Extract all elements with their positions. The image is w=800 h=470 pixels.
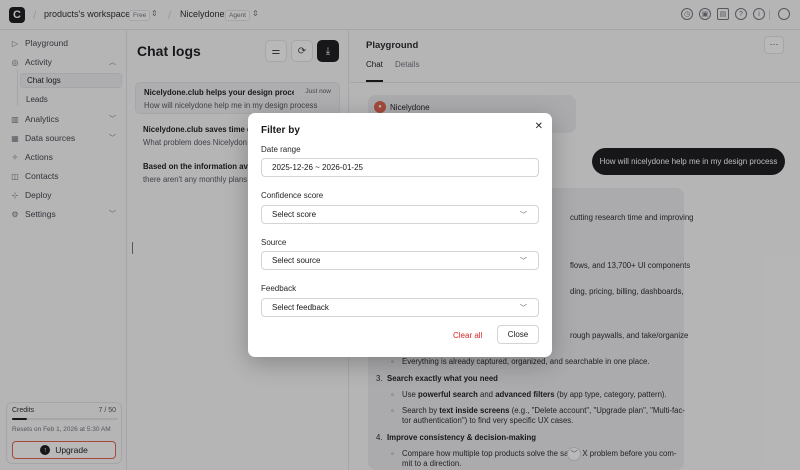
chevron-down-icon: ﹀ bbox=[520, 304, 527, 312]
dialog-title: Filter by bbox=[261, 125, 300, 136]
chevron-down-icon: ﹀ bbox=[520, 211, 527, 219]
date-range-value: 2025-12-26 ~ 2026-01-25 bbox=[272, 163, 363, 172]
feedback-value: Select feedback bbox=[272, 303, 329, 312]
feedback-label: Feedback bbox=[261, 284, 297, 293]
source-label: Source bbox=[261, 238, 287, 247]
confidence-score-value: Select score bbox=[272, 210, 317, 219]
feedback-select[interactable]: Select feedback ﹀ bbox=[261, 298, 539, 317]
source-select[interactable]: Select source ﹀ bbox=[261, 251, 539, 270]
close-icon[interactable]: ✕ bbox=[535, 121, 543, 132]
date-range-input[interactable]: 2025-12-26 ~ 2026-01-25 bbox=[261, 158, 539, 177]
confidence-score-label: Confidence score bbox=[261, 191, 324, 200]
source-value: Select source bbox=[272, 256, 321, 265]
filter-dialog: Filter by ✕ Date range 2025-12-26 ~ 2026… bbox=[248, 113, 552, 357]
close-button[interactable]: Close bbox=[497, 325, 539, 344]
clear-all-button[interactable]: Clear all bbox=[453, 331, 482, 340]
confidence-score-select[interactable]: Select score ﹀ bbox=[261, 205, 539, 224]
date-range-label: Date range bbox=[261, 145, 301, 154]
chevron-down-icon: ﹀ bbox=[520, 257, 527, 265]
